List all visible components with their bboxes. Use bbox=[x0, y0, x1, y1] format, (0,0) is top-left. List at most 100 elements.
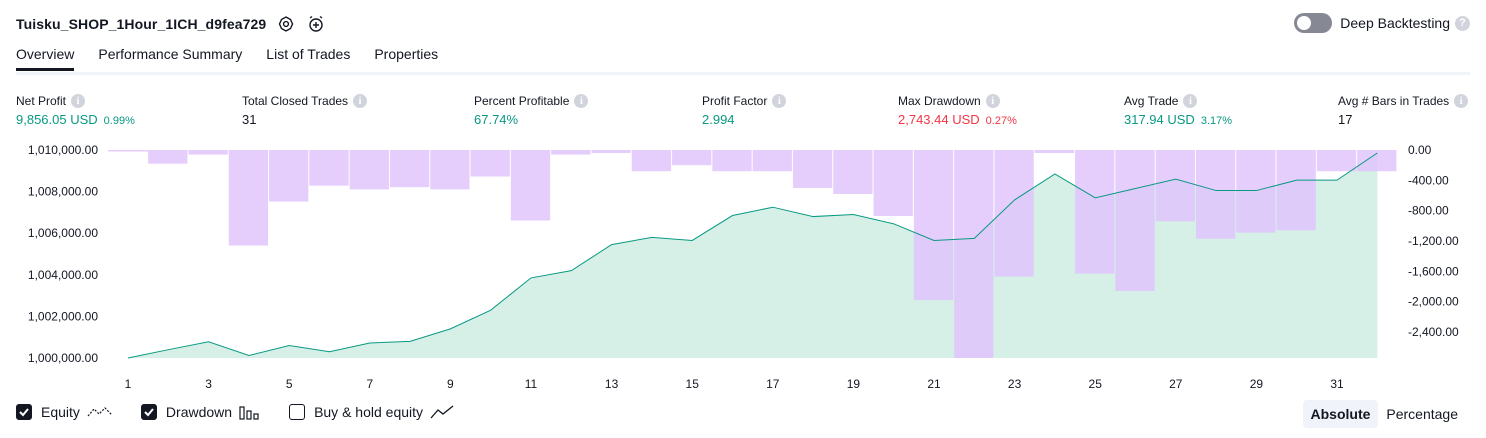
info-icon[interactable]: i bbox=[574, 94, 589, 108]
right-axis-label: -2,400.00 bbox=[1408, 325, 1459, 339]
left-axis-label: 1,008,000.00 bbox=[28, 185, 98, 199]
equity-checkbox[interactable] bbox=[16, 404, 32, 420]
help-icon[interactable]: ? bbox=[1455, 15, 1470, 31]
metric-label: Avg Trade bbox=[1124, 94, 1179, 108]
deep-backtesting-toggle[interactable] bbox=[1294, 13, 1333, 33]
percentage-button[interactable]: Percentage bbox=[1378, 400, 1466, 428]
chart-legend: Equity Drawdown Buy & hold equity bbox=[16, 404, 482, 420]
metric-value: 2.994 bbox=[702, 112, 735, 127]
tab-performance-summary[interactable]: Performance Summary bbox=[98, 46, 242, 71]
drawdown-bar bbox=[1195, 150, 1236, 239]
metric-label: Max Drawdown bbox=[898, 94, 981, 108]
drawdown-bar bbox=[631, 150, 672, 172]
buy-hold-line-icon bbox=[430, 404, 454, 420]
metric-value: 317.94 USD bbox=[1124, 112, 1195, 127]
metric-percent-profitable: Percent Profitable i 67.74% bbox=[474, 94, 589, 127]
x-axis-label: 19 bbox=[847, 377, 861, 391]
metric-label: Net Profit bbox=[16, 94, 67, 108]
drawdown-bar bbox=[1276, 150, 1316, 231]
metric-value: 17 bbox=[1338, 112, 1353, 127]
buy-hold-checkbox[interactable] bbox=[289, 404, 306, 420]
drawdown-bar bbox=[1115, 150, 1155, 292]
metric-value: 67.74% bbox=[474, 112, 519, 127]
legend-drawdown[interactable]: Drawdown bbox=[140, 404, 261, 420]
right-axis-label: -2,000.00 bbox=[1408, 295, 1459, 309]
add-alert-icon[interactable] bbox=[306, 14, 326, 34]
metric-net-profit: Net Profit i 9,856.05 USD 0.99% bbox=[16, 94, 135, 127]
drawdown-bar bbox=[1236, 150, 1276, 233]
left-axis-label: 1,000,000.00 bbox=[28, 351, 98, 365]
metric-percent: 0.99% bbox=[103, 115, 135, 127]
x-axis-label: 5 bbox=[286, 377, 293, 391]
drawdown-bar bbox=[873, 150, 913, 216]
x-axis-label: 29 bbox=[1250, 377, 1264, 391]
drawdown-checkbox[interactable] bbox=[140, 404, 157, 420]
left-axis-label: 1,006,000.00 bbox=[28, 226, 98, 240]
x-axis-label: 15 bbox=[686, 377, 700, 391]
equity-drawdown-chart[interactable]: 1,010,000.00 1,008,000.00 1,006,000.00 1,00… bbox=[0, 132, 1486, 402]
metric-value: 2,743.44 USD bbox=[898, 112, 980, 127]
drawdown-bar bbox=[913, 150, 954, 301]
metric-label: Profit Factor bbox=[702, 94, 768, 108]
x-axis-label: 31 bbox=[1330, 377, 1344, 391]
tab-properties[interactable]: Properties bbox=[374, 46, 438, 71]
deep-backtesting-label: Deep Backtesting bbox=[1340, 15, 1450, 31]
info-icon[interactable]: i bbox=[985, 94, 1000, 108]
right-axis-label: -1,600.00 bbox=[1408, 264, 1459, 278]
x-axis-label: 17 bbox=[766, 377, 780, 391]
drawdown-bar bbox=[309, 150, 349, 186]
metric-label: Avg # Bars in Trades bbox=[1338, 94, 1450, 108]
tab-list-of-trades[interactable]: List of Trades bbox=[266, 46, 350, 71]
drawdown-bar bbox=[792, 150, 833, 188]
drawdown-bar bbox=[389, 150, 430, 188]
left-axis-label: 1,002,000.00 bbox=[28, 309, 98, 323]
drawdown-bar bbox=[954, 150, 994, 358]
info-icon[interactable]: i bbox=[1183, 94, 1198, 108]
left-axis-label: 1,004,000.00 bbox=[28, 268, 98, 282]
absolute-button[interactable]: Absolute bbox=[1302, 400, 1379, 428]
x-axis-label: 25 bbox=[1089, 377, 1103, 391]
metric-value: 9,856.05 USD bbox=[16, 112, 98, 127]
drawdown-bar bbox=[510, 150, 551, 221]
drawdown-bar bbox=[148, 150, 188, 164]
drawdown-bar bbox=[672, 150, 712, 166]
strategy-title: Tuisku_SHOP_1Hour_1ICH_d9fea729 bbox=[16, 16, 267, 32]
metric-avg-trade: Avg Trade i 317.94 USD 3.17% bbox=[1124, 94, 1232, 127]
drawdown-bar bbox=[349, 150, 389, 190]
drawdown-bar bbox=[430, 150, 470, 190]
tab-overview[interactable]: Overview bbox=[16, 46, 75, 71]
drawdown-bar bbox=[1155, 150, 1195, 222]
drawdown-bar bbox=[108, 150, 149, 152]
left-axis-label: 1,010,000.00 bbox=[28, 143, 98, 157]
settings-icon[interactable] bbox=[276, 14, 296, 34]
x-axis-label: 3 bbox=[205, 377, 212, 391]
x-axis-label: 11 bbox=[525, 377, 538, 391]
info-icon[interactable]: i bbox=[71, 94, 86, 108]
info-icon[interactable]: i bbox=[772, 94, 787, 108]
drawdown-bar bbox=[712, 150, 752, 172]
tab-divider bbox=[16, 72, 1470, 75]
metric-max-drawdown: Max Drawdown i 2,743.44 USD 0.27% bbox=[898, 94, 1017, 127]
tab-bar: Overview Performance Summary List of Tra… bbox=[16, 46, 462, 71]
right-axis-label: 0.00 bbox=[1408, 143, 1432, 157]
right-axis-label: -800.00 bbox=[1408, 204, 1449, 218]
legend-buy-hold-label: Buy & hold equity bbox=[314, 404, 424, 420]
metric-label: Total Closed Trades bbox=[242, 94, 349, 108]
legend-equity[interactable]: Equity bbox=[16, 404, 113, 420]
x-axis-label: 27 bbox=[1169, 377, 1183, 391]
strategy-header: Tuisku_SHOP_1Hour_1ICH_d9fea729 bbox=[16, 12, 326, 36]
info-icon[interactable]: i bbox=[353, 94, 368, 108]
legend-buy-hold[interactable]: Buy & hold equity bbox=[289, 404, 454, 420]
metric-avg-bars-in-trades: Avg # Bars in Trades i 17 bbox=[1338, 94, 1469, 127]
scale-mode-switch: Absolute Percentage bbox=[1302, 400, 1467, 428]
drawdown-bar bbox=[752, 150, 792, 172]
info-icon[interactable]: i bbox=[1454, 94, 1469, 108]
right-axis-label: -1,200.00 bbox=[1408, 234, 1459, 248]
metric-percent: 0.27% bbox=[985, 115, 1017, 127]
drawdown-bar bbox=[1316, 150, 1357, 172]
deep-backtesting: Deep Backtesting ? bbox=[1294, 13, 1470, 33]
metric-percent: 3.17% bbox=[1200, 115, 1233, 127]
drawdown-bar bbox=[228, 150, 269, 246]
drawdown-bar bbox=[188, 150, 228, 155]
right-axis-label: -400.00 bbox=[1408, 173, 1449, 187]
